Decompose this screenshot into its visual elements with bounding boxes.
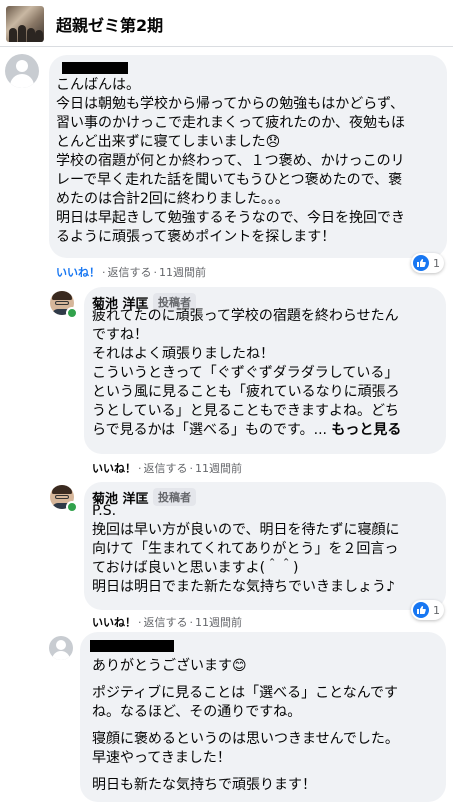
comment-text: こんばんは。 今日は朝勉も学校から帰ってからの勉強もはかどらず、 習い事のかけっこで… (56, 77, 406, 245)
online-status-dot (66, 307, 78, 319)
comment-actions: いいね！ · 返信する · 11週間前 (92, 616, 242, 629)
commenter-avatar[interactable] (5, 54, 39, 88)
group-title[interactable]: 超親ゼミ第2期 (56, 12, 163, 36)
like-button[interactable]: いいね！ (56, 266, 100, 279)
comment-timestamp[interactable]: 11週間前 (195, 462, 242, 475)
comment-text: ありがとうございます😊 ポジティブに見ることは「選べる」ことなんです ね。なるほど… (92, 658, 399, 793)
redacted-name (62, 62, 128, 74)
reply-button[interactable]: 返信する (144, 616, 188, 629)
like-thumb-icon (413, 602, 429, 618)
comment-actions: いいね！ · 返信する · 11週間前 (56, 266, 206, 279)
like-button[interactable]: いいね！ (92, 462, 136, 475)
like-button[interactable]: いいね！ (92, 616, 136, 629)
comment-timestamp[interactable]: 11週間前 (159, 266, 206, 279)
reply-button[interactable]: 返信する (108, 266, 152, 279)
redacted-name (90, 640, 174, 652)
like-thumb-icon (413, 255, 429, 271)
group-header: 超親ゼミ第2期 (0, 0, 453, 47)
comment-text: P.S. 挽回は早い方が良いので、明日を待たずに寝顔に 向けて「生まれてくれてありが… (92, 503, 400, 595)
comment-text: 疲れてたのに頑張って学校の宿題を終わらせたん ですね！ それはよく頑張りましたね！ … (92, 308, 402, 438)
see-more-link[interactable]: もっと見る (331, 422, 401, 438)
comment-actions: いいね！ · 返信する · 11週間前 (92, 462, 242, 475)
commenter-avatar[interactable] (49, 636, 73, 660)
reply-button[interactable]: 返信する (144, 462, 188, 475)
comment-timestamp[interactable]: 11週間前 (195, 616, 242, 629)
reaction-counter[interactable]: 1 (411, 253, 444, 273)
group-avatar[interactable] (6, 6, 44, 42)
reaction-counter[interactable]: 1 (411, 600, 444, 620)
online-status-dot (66, 501, 78, 513)
